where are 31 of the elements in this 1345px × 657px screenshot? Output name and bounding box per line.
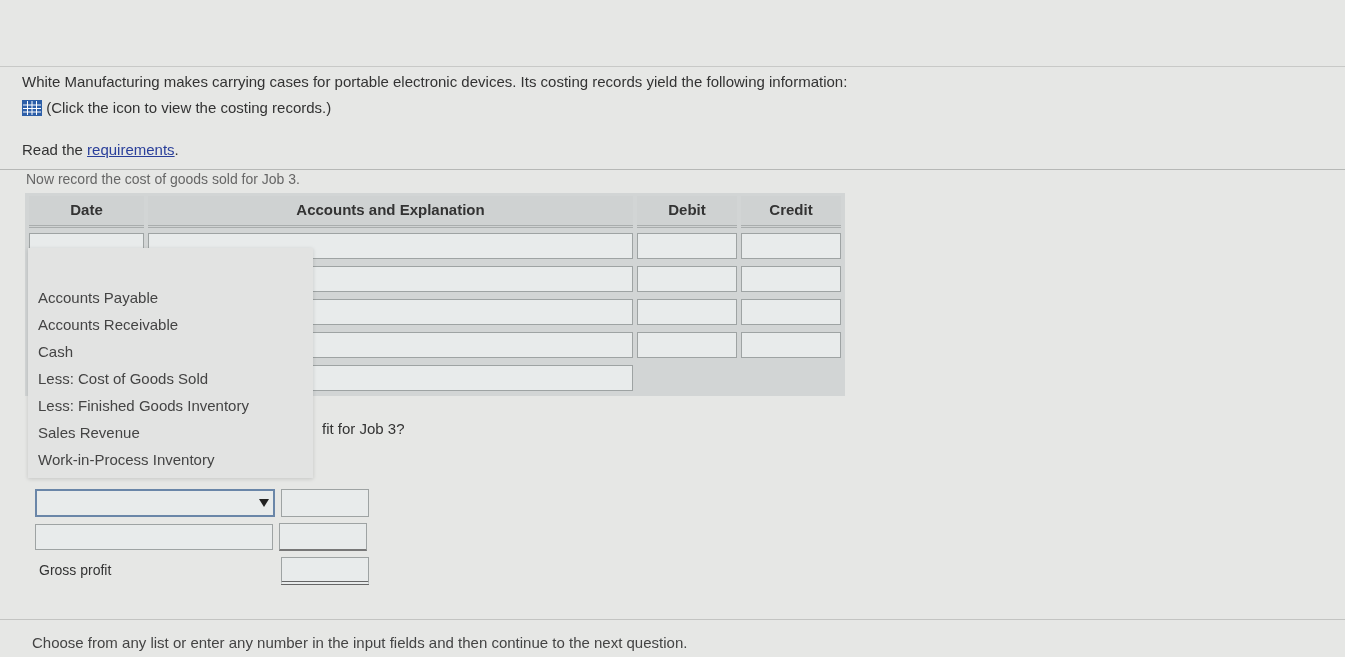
requirements-link[interactable]: requirements xyxy=(87,141,175,158)
caret-icon xyxy=(259,498,269,507)
amount-field[interactable] xyxy=(281,488,369,517)
table-icon[interactable] xyxy=(22,100,42,116)
sentence-period: . xyxy=(174,141,179,158)
menu-option[interactable]: Less: Cost of Goods Sold xyxy=(28,365,313,392)
menu-option[interactable]: Work-in-Process Inventory xyxy=(28,446,313,473)
account-dropdown[interactable] xyxy=(35,488,275,517)
read-label: Read the xyxy=(22,141,83,158)
costing-records-note: (Click the icon to view the costing records.) xyxy=(46,99,332,116)
menu-option[interactable]: Cash xyxy=(28,338,313,365)
intro-text: White Manufacturing makes carrying cases for portable electronic devices. Its costing records yield the following information: xyxy=(21,72,849,92)
amount-field[interactable] xyxy=(281,556,369,585)
question-text: fit for Job 3? xyxy=(322,420,405,437)
account-field[interactable] xyxy=(35,523,273,550)
credit-field[interactable] xyxy=(741,332,841,358)
credit-field[interactable] xyxy=(741,299,841,325)
menu-option[interactable]: Accounts Payable xyxy=(28,284,313,311)
menu-option[interactable]: Less: Finished Goods Inventory xyxy=(28,392,313,419)
debit-field[interactable] xyxy=(637,233,737,259)
menu-option[interactable]: Accounts Receivable xyxy=(28,311,313,338)
footer-text: Choose from any list or enter any number in the input fields and then continue to the next question. xyxy=(0,618,1345,654)
debit-field[interactable] xyxy=(637,299,737,325)
credit-field[interactable] xyxy=(741,233,841,259)
credit-field[interactable] xyxy=(741,266,841,292)
debit-field[interactable] xyxy=(637,266,737,292)
debit-field[interactable] xyxy=(637,332,737,358)
menu-option[interactable]: Sales Revenue xyxy=(28,419,313,446)
instruction-text: Now record the cost of goods sold for Job 3. xyxy=(25,170,301,188)
gross-profit-label: Gross profit xyxy=(38,561,113,580)
amount-field[interactable] xyxy=(279,522,367,551)
